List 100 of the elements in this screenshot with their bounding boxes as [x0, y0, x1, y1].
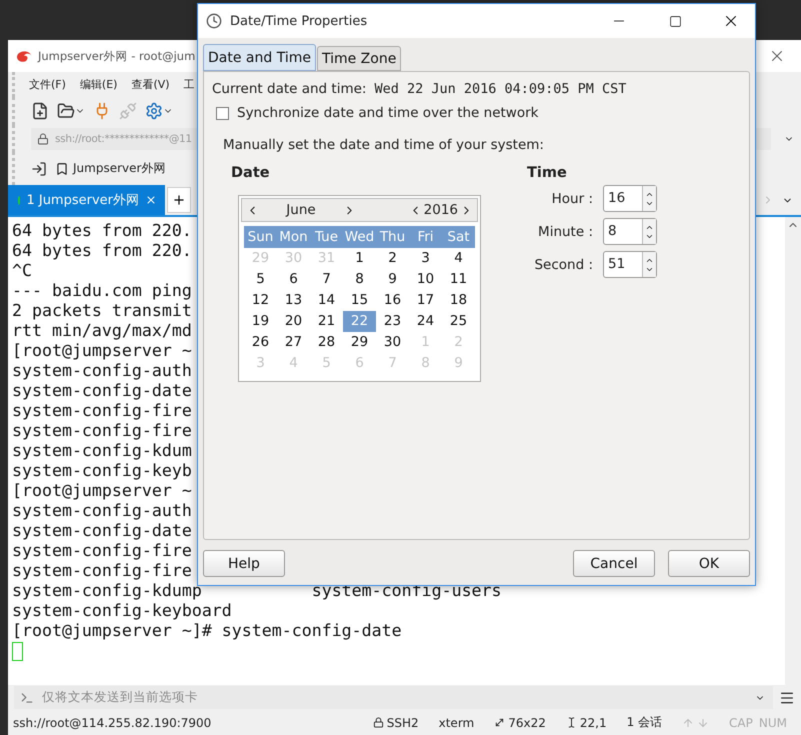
calendar-day[interactable]: 5 — [244, 269, 277, 290]
month-label: June — [284, 202, 317, 218]
calendar-day[interactable]: 11 — [442, 269, 475, 290]
terminal-line: system-config-keyboard — [12, 601, 232, 621]
weekday-header: Tue — [310, 226, 343, 248]
clock-icon — [206, 13, 222, 29]
menu-icon[interactable] — [779, 690, 795, 706]
calendar-day[interactable]: 29 — [343, 332, 376, 353]
terminal-line: [root@jumpserver ~ — [12, 341, 192, 361]
arrows-icon — [682, 716, 710, 728]
time-spinner[interactable]: 8 — [603, 218, 657, 245]
menu-item[interactable]: 编辑(E) — [76, 77, 122, 92]
terminal-cursor — [12, 642, 23, 661]
calendar-day[interactable]: 23 — [376, 311, 409, 332]
num-indicator: NUM — [758, 716, 787, 730]
calendar-day[interactable]: 4 — [442, 248, 475, 269]
calendar-day[interactable]: 13 — [277, 290, 310, 311]
terminal-line: --- baidu.com ping — [12, 281, 192, 301]
bookmark-icon — [55, 162, 69, 176]
help-button[interactable]: Help — [203, 550, 285, 577]
calendar-day[interactable]: 14 — [310, 290, 343, 311]
session-tab[interactable]: 1 Jumpserver外网 — [8, 185, 165, 215]
weekday-header: Fri — [409, 226, 442, 248]
new-file-icon[interactable] — [31, 102, 49, 120]
time-label: Second : — [533, 256, 593, 272]
terminal-line: system-config-auth — [12, 501, 192, 521]
calendar-day[interactable]: 7 — [310, 269, 343, 290]
terminal-line: system-config-auth — [12, 361, 192, 381]
plus-icon[interactable] — [172, 193, 186, 207]
current-date-value: Wed 22 Jun 2016 04:09:05 PM CST — [374, 81, 626, 97]
calendar-day[interactable]: 21 — [310, 311, 343, 332]
calendar-day[interactable]: 25 — [442, 311, 475, 332]
terminal-type: xterm — [438, 716, 474, 730]
menu-item[interactable]: 文件(F) — [25, 77, 70, 92]
terminal-line: system-config-kdum — [12, 441, 192, 461]
time-spinner[interactable]: 51 — [603, 251, 657, 278]
tab[interactable]: Time Zone — [316, 46, 402, 71]
dialog-button[interactable]: OK — [668, 550, 750, 577]
terminal-line: 64 bytes from 220. — [12, 221, 192, 241]
calendar-day[interactable]: 10 — [409, 269, 442, 290]
terminal-line: [root@jumpserver ~ — [12, 481, 192, 501]
time-spinner[interactable]: 16 — [603, 185, 657, 212]
calendar-day[interactable]: 3 — [409, 248, 442, 269]
calendar-day[interactable]: 20 — [277, 311, 310, 332]
weekday-header: Wed — [343, 226, 376, 248]
scrollbar[interactable] — [785, 217, 801, 685]
calendar-day[interactable]: 27 — [277, 332, 310, 353]
year-label: 2016 — [424, 202, 458, 218]
menu-item[interactable]: 查看(V) — [127, 77, 174, 92]
weekday-header: Mon — [277, 226, 310, 248]
calendar-day[interactable]: 17 — [409, 290, 442, 311]
maximize-icon[interactable] — [668, 14, 682, 28]
terminal-line: system-config-kdump system-config-users — [12, 581, 502, 601]
sync-label: Synchronize date and time over the network — [237, 105, 538, 121]
instruction-text: Manually set the date and time of your system: — [223, 137, 545, 153]
time-heading: Time — [527, 165, 568, 183]
terminal-line: rtt min/avg/max/md — [12, 321, 192, 341]
tab[interactable]: Date and Time — [203, 44, 316, 71]
calendar-day[interactable]: 8 — [343, 269, 376, 290]
caps-indicator: CAP — [729, 716, 753, 730]
resize-icon — [494, 717, 506, 728]
calendar-day[interactable]: 30 — [376, 332, 409, 353]
menu-item[interactable]: 工 — [180, 77, 199, 92]
terminal-line: system-config-keyb — [12, 461, 192, 481]
terminal-line: system-config-fire — [12, 541, 192, 561]
settings-icon[interactable] — [145, 102, 173, 120]
calendar-day[interactable]: 1 — [343, 248, 376, 269]
calendar-day[interactable]: 16 — [376, 290, 409, 311]
date-heading: Date — [231, 165, 271, 183]
terminal-icon — [20, 690, 34, 704]
calendar-day[interactable]: 19 — [244, 311, 277, 332]
calendar-day[interactable]: 2 — [376, 248, 409, 269]
weekday-header: Sun — [244, 226, 277, 248]
calendar-day[interactable]: 15 — [343, 290, 376, 311]
tab-label: 1 Jumpserver外网 — [26, 192, 139, 209]
folder-icon[interactable] — [57, 102, 85, 120]
add-tab-button[interactable] — [167, 187, 191, 213]
status-dot-icon — [18, 196, 20, 204]
terminal-line: ^C — [12, 261, 32, 281]
sync-checkbox[interactable] — [216, 106, 229, 120]
calendar-day[interactable]: 28 — [310, 332, 343, 353]
time-label: Hour : — [550, 190, 593, 206]
calendar-day[interactable]: 26 — [244, 332, 277, 353]
login-icon[interactable] — [31, 160, 47, 176]
dialog-button[interactable]: Cancel — [573, 550, 655, 577]
app-logo-icon — [16, 49, 32, 63]
cursor-status: 22,1 — [580, 716, 607, 730]
calendar-day[interactable]: 18 — [442, 290, 475, 311]
terminal-line: system-config-fire — [12, 421, 192, 441]
terminal-line: 64 bytes from 220. — [12, 241, 192, 261]
bookmark-link[interactable]: Jumpserver外网 — [73, 160, 166, 177]
terminal-line: 2 packets transmit — [12, 301, 192, 321]
calendar-day[interactable]: 9 — [376, 269, 409, 290]
calendar-day[interactable]: 24 — [409, 311, 442, 332]
weekday-header: Sat — [442, 226, 475, 248]
current-date-label: Current date and time: — [212, 81, 366, 97]
lock-icon — [372, 717, 384, 728]
lock-icon — [37, 132, 49, 144]
calendar-day[interactable]: 6 — [277, 269, 310, 290]
calendar-day[interactable]: 12 — [244, 290, 277, 311]
